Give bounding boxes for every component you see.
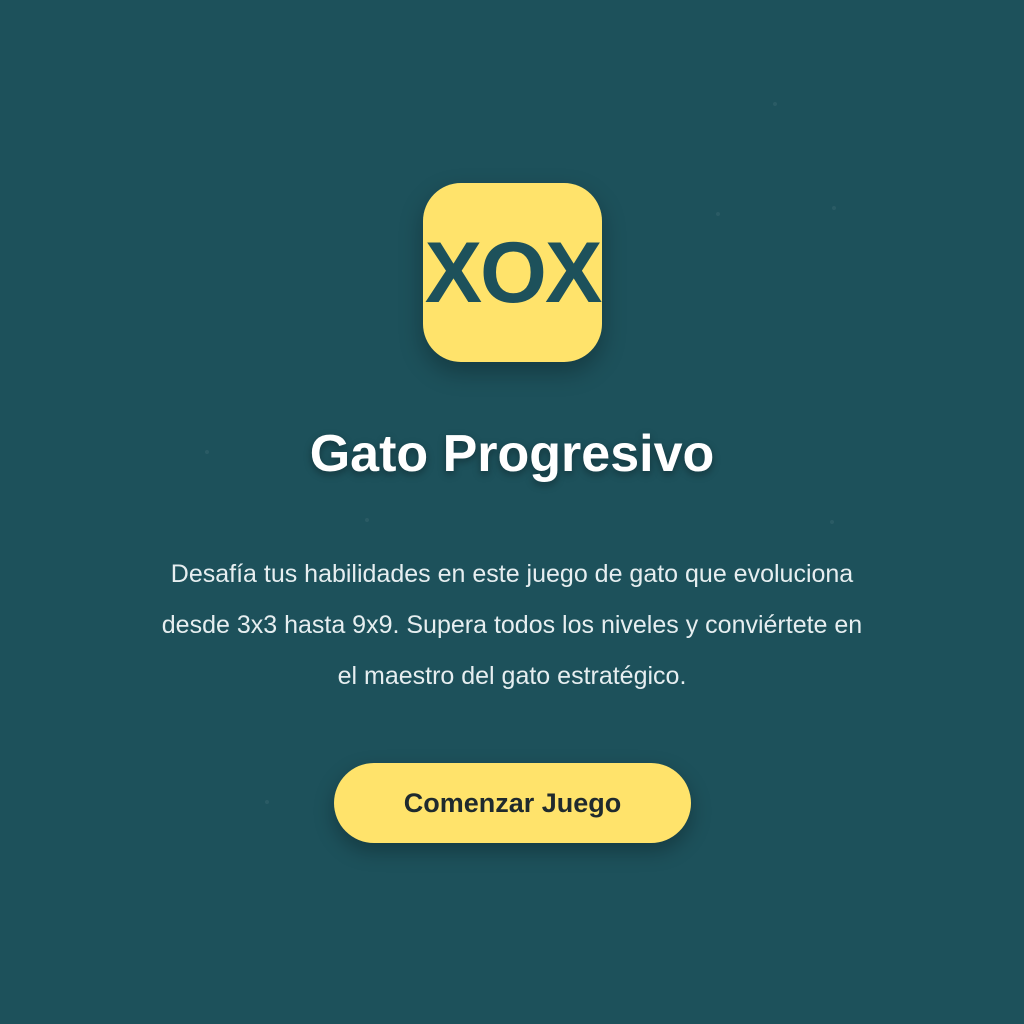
page-title: Gato Progresivo [309, 425, 715, 483]
logo-text: XOX [424, 224, 602, 321]
background-particle [830, 520, 834, 524]
background-particle [365, 518, 369, 522]
start-screen: XOX Gato Progresivo Desafía tus habilida… [0, 0, 1024, 1024]
start-game-button[interactable]: Comenzar Juego [334, 763, 691, 843]
game-description: Desafía tus habilidades en este juego de… [161, 560, 863, 690]
game-logo: XOX [423, 183, 602, 362]
background-particle [832, 206, 836, 210]
background-particle [265, 800, 269, 804]
start-game-button-label: Comenzar Juego [403, 787, 622, 818]
background-particle [716, 212, 720, 216]
background-particle [773, 102, 777, 106]
